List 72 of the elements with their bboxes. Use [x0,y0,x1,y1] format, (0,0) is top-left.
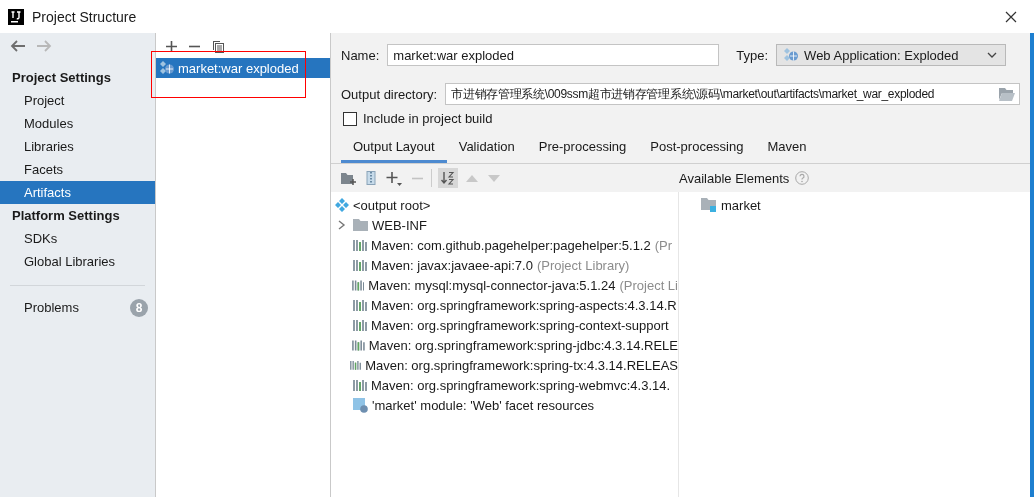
sidebar-item[interactable]: Libraries [0,135,155,158]
copy-icon [212,39,224,53]
name-label: Name: [341,47,380,63]
tab[interactable]: Pre-processing [526,134,639,163]
type-label: Type: [736,47,769,63]
output-directory-label: Output directory: [341,86,438,102]
tab[interactable]: Post-processing [638,134,756,163]
up-triangle-icon [466,174,478,182]
chevron-right-icon [338,220,346,230]
down-triangle-icon [488,174,500,182]
tree-item[interactable]: Maven: org.springframework:spring-webmvc:4.3.14. [331,375,678,395]
sidebar-item[interactable]: Facets [0,158,155,181]
output-directory-field[interactable]: 市进销存管理系统\009ssm超市进销存管理系统\源码\market\out\artifacts\market_war_exploded [445,83,1020,105]
artifact-icon [159,60,175,76]
web-facet-icon [353,397,368,413]
library-icon [350,359,362,371]
artifact-icon [783,47,800,63]
tree-item[interactable]: market [701,195,1030,215]
section-header: Project Settings [11,69,112,87]
close-icon [1005,10,1017,23]
sidebar-item[interactable]: Project [0,89,155,112]
name-field[interactable]: market:war exploded [387,44,720,66]
new-folder-icon [341,171,356,185]
tab[interactable]: Validation [446,134,527,163]
include-label: Include in project build [363,111,493,126]
tree-item[interactable]: Maven: org.springframework:spring-jdbc:4.3.14.RELE [331,335,678,355]
folder-icon [353,219,368,231]
library-icon [353,259,367,271]
sort-button[interactable] [438,168,458,188]
tree-item[interactable]: Maven: com.github.pagehelper:pagehelper:5.1.2 (Pr [331,235,678,255]
archive-icon [366,171,376,185]
tree-item[interactable]: <output root> [331,195,678,215]
tree-item[interactable]: Maven: org.springframework:spring-tx:4.3.14.RELEAS [331,355,678,375]
library-icon [353,319,367,331]
problems-count-badge: 8 [130,298,148,317]
module-folder-icon [701,198,717,212]
sort-icon [441,171,455,185]
library-icon [353,299,367,311]
chevron-down-icon [987,52,998,58]
include-checkbox[interactable] [343,111,357,126]
plus-icon [386,170,402,186]
window-title: Project Structure [32,8,138,25]
library-icon [351,339,365,351]
sidebar-item[interactable]: Artifacts [0,181,155,204]
tree-item[interactable]: Maven: org.springframework:spring-context-support [331,315,678,335]
browse-folder-icon [999,87,1015,101]
artifact-item[interactable]: market:war exploded [156,58,330,78]
tree-item[interactable]: WEB-INF [331,215,678,235]
sidebar-item[interactable]: Global Libraries [0,250,155,273]
tree-item[interactable]: Maven: mysql:mysql-connector-java:5.1.24 (Project Li [331,275,678,295]
new-archive-button[interactable] [364,169,378,187]
section-header: Platform Settings [11,207,121,225]
forward-arrow-icon [36,40,52,52]
back-button[interactable] [10,40,26,52]
output-root-icon [335,198,349,212]
problems-label: Problems [24,300,79,315]
help-icon [795,171,810,185]
tree-item[interactable]: Maven: org.springframework:spring-aspects:4.3.14.R [331,295,678,315]
tab[interactable]: Maven [755,134,819,163]
tree-item[interactable]: 'market' module: 'Web' facet resources [331,395,678,415]
library-icon [351,279,365,291]
plus-icon [166,40,177,52]
app-logo-icon [8,8,24,25]
library-icon [353,379,367,391]
library-icon [353,239,367,251]
tree-item[interactable]: Maven: javax:javaee-api:7.0 (Project Library) [331,255,678,275]
sidebar-item[interactable]: Modules [0,112,155,135]
problems-item[interactable]: Problems 8 [0,296,155,319]
back-arrow-icon [10,40,26,52]
sidebar-item[interactable]: SDKs [0,227,155,250]
available-elements-label: Available Elements [679,170,790,186]
type-dropdown[interactable]: Web Application: Exploded [776,44,1007,66]
